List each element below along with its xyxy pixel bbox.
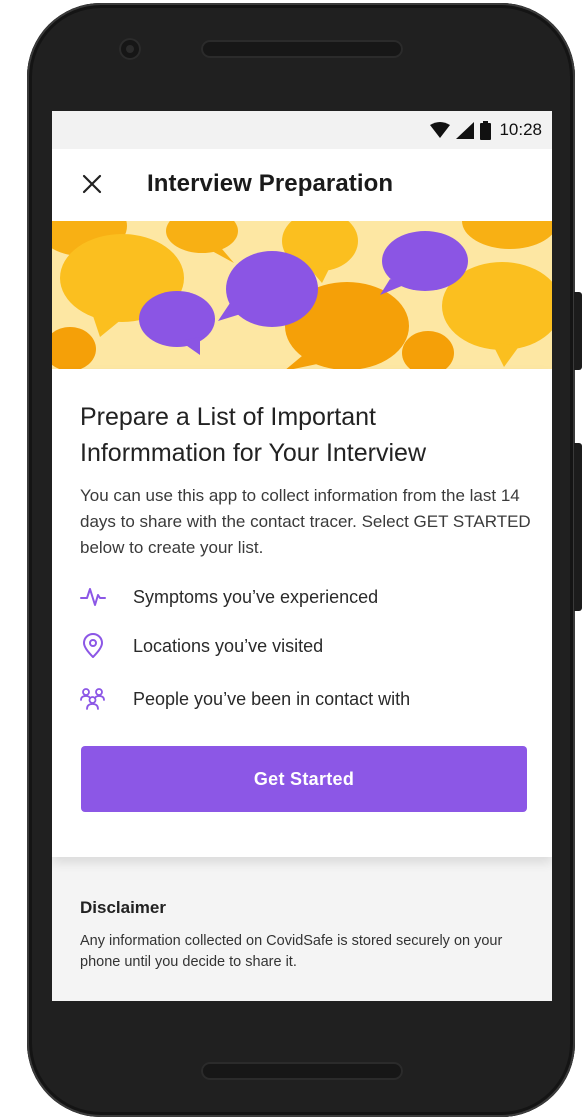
bottom-speaker bbox=[201, 1062, 403, 1080]
feature-label: Locations you’ve visited bbox=[133, 635, 324, 656]
screen: 10:28 Interview Preparation Prepare a Li… bbox=[52, 111, 552, 1001]
people-icon bbox=[80, 686, 106, 712]
status-icons: 10:28 bbox=[430, 120, 542, 140]
feature-label: Symptoms you’ve experienced bbox=[133, 586, 379, 607]
info-card: Prepare a List of Important Informmation… bbox=[52, 369, 552, 857]
wifi-icon bbox=[430, 122, 451, 138]
app-bar: Interview Preparation bbox=[52, 149, 552, 221]
pulse-icon bbox=[80, 584, 106, 610]
close-icon[interactable] bbox=[76, 169, 108, 201]
battery-icon bbox=[480, 120, 492, 140]
feature-item-people: People you’ve been in contact with bbox=[80, 684, 410, 714]
front-camera bbox=[119, 38, 141, 60]
speech-bubbles-illustration bbox=[52, 193, 552, 375]
earpiece-speaker bbox=[201, 40, 403, 58]
get-started-button[interactable]: Get Started bbox=[81, 746, 527, 812]
card-title: Prepare a List of Important Informmation… bbox=[80, 403, 426, 467]
page-title: Interview Preparation bbox=[147, 170, 394, 197]
status-bar: 10:28 bbox=[52, 111, 552, 149]
disclaimer-text: Any information collected on CovidSafe i… bbox=[80, 933, 503, 970]
signal-icon bbox=[456, 121, 475, 139]
power-button bbox=[574, 292, 582, 370]
volume-button bbox=[574, 443, 582, 611]
feature-label: People you’ve been in contact with bbox=[133, 688, 411, 709]
status-time: 10:28 bbox=[499, 120, 542, 139]
card-description: You can use this app to collect informat… bbox=[80, 486, 531, 557]
feature-item-symptoms: Symptoms you’ve experienced bbox=[80, 582, 378, 612]
location-pin-icon bbox=[80, 633, 106, 659]
feature-item-locations: Locations you’ve visited bbox=[80, 631, 323, 661]
disclaimer-title: Disclaimer bbox=[80, 898, 166, 917]
hero-banner bbox=[52, 193, 552, 375]
